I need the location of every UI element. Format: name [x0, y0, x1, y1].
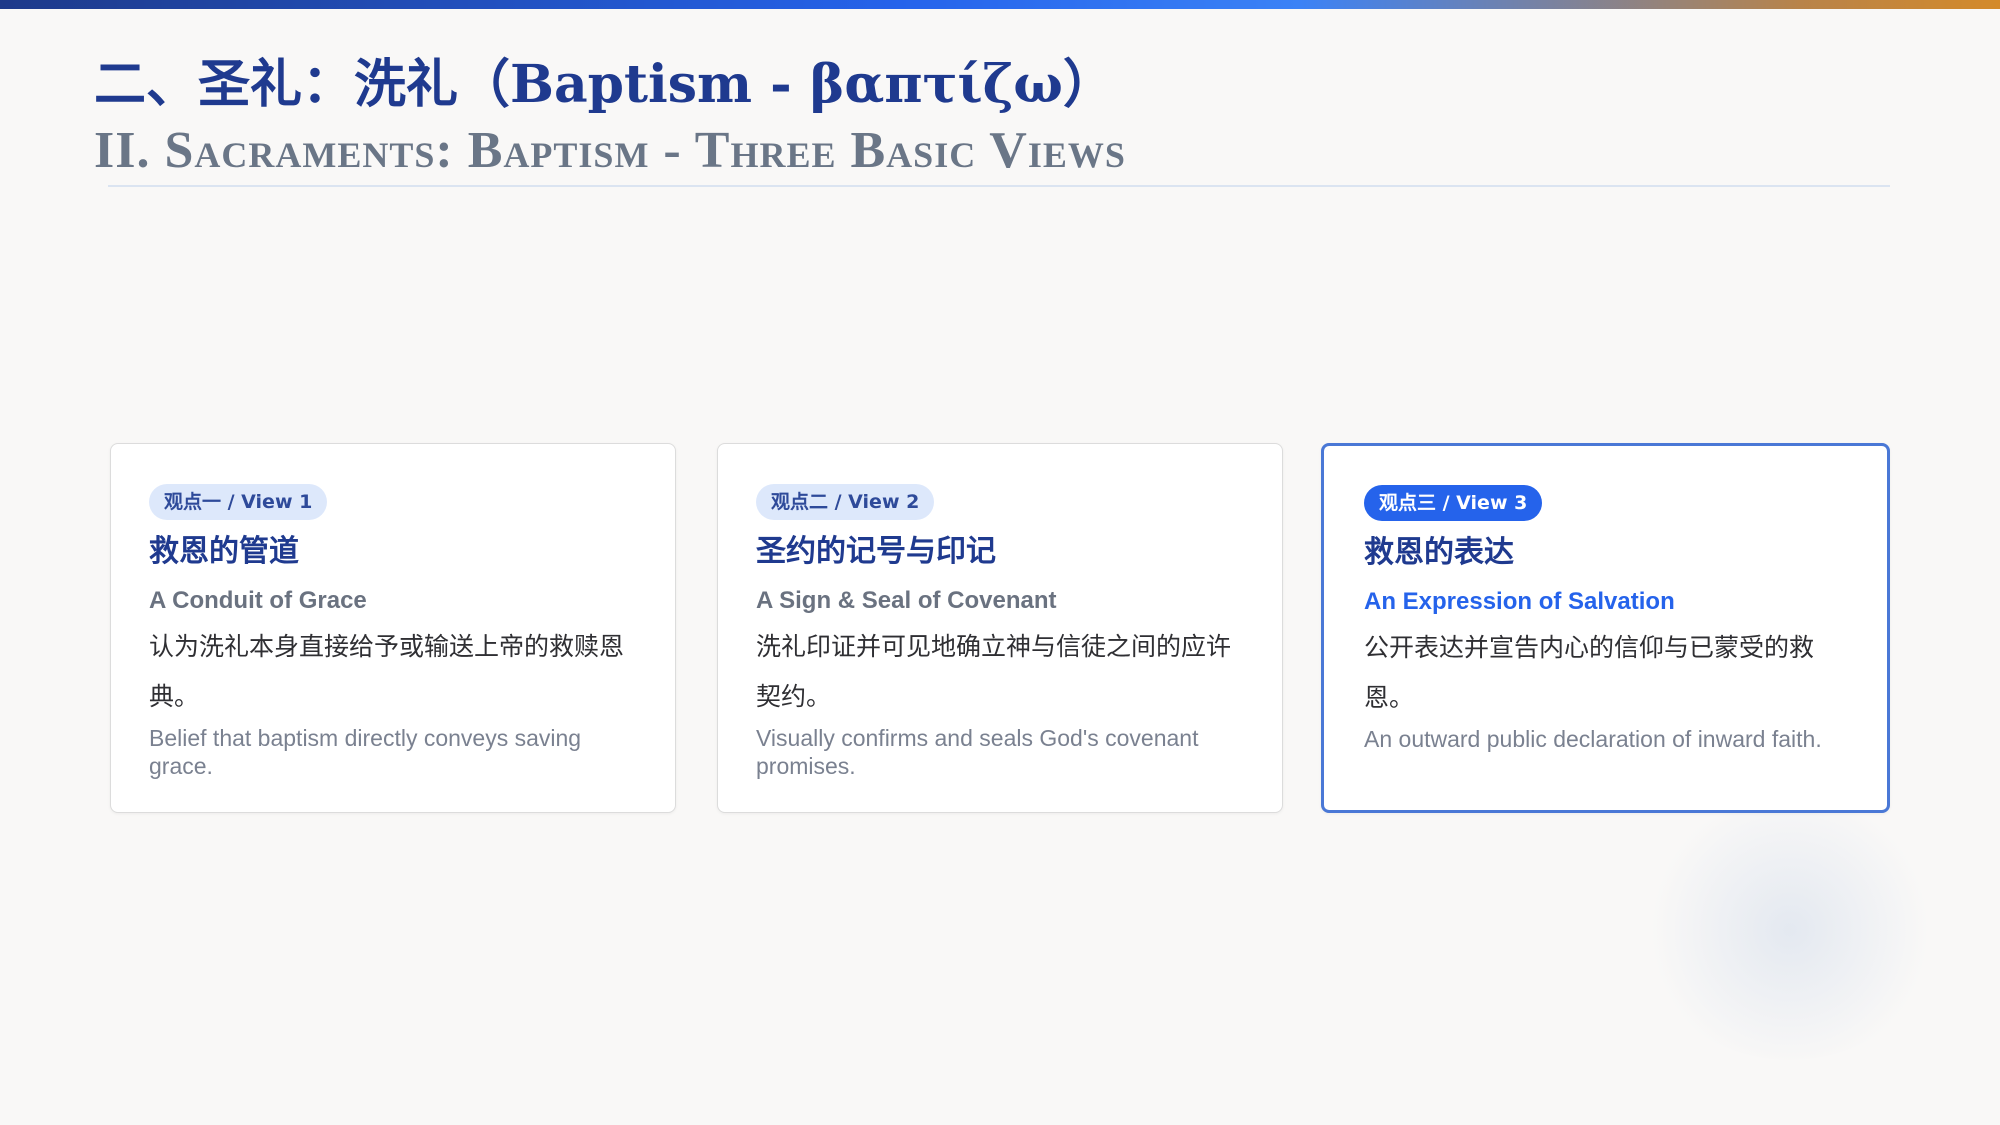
card-description-en: An outward public declaration of inward … — [1364, 726, 1822, 752]
view-card-2[interactable]: 观点二 / View 2 圣约的记号与印记 A Sign & Seal of C… — [717, 443, 1283, 813]
view-card-1[interactable]: 观点一 / View 1 救恩的管道 A Conduit of Grace 认为… — [110, 443, 676, 813]
card-description-cn: 公开表达并宣告内心的信仰与已蒙受的救恩。 — [1364, 633, 1815, 712]
view-badge: 观点三 / View 3 — [1364, 485, 1543, 521]
slide-title-en: II. Sacraments: Baptism - Three Basic Vi… — [94, 122, 1126, 179]
card-title-en: A Conduit of Grace — [149, 587, 367, 614]
top-accent-bar — [0, 0, 2000, 9]
view-badge: 观点二 / View 2 — [756, 484, 935, 520]
slide-title-cn: 二、圣礼：洗礼（Baptism - βαπτίζω） — [94, 54, 1115, 115]
view-badge: 观点一 / View 1 — [149, 484, 328, 520]
card-title-en: A Sign & Seal of Covenant — [756, 587, 1057, 614]
view-card-3[interactable]: 观点三 / View 3 救恩的表达 An Expression of Salv… — [1321, 443, 1890, 813]
card-description-cn: 洗礼印证并可见地确立神与信徒之间的应许契约。 — [756, 632, 1232, 711]
header-divider — [108, 185, 1890, 187]
card-description-en: Visually confirms and seals God's covena… — [756, 725, 1199, 779]
slide-header: 二、圣礼：洗礼（Baptism - βαπτίζω） II. Sacrament… — [94, 50, 1894, 182]
card-title-cn: 救恩的表达 — [1364, 535, 1514, 570]
card-description-cn: 认为洗礼本身直接给予或输送上帝的救赎恩典。 — [149, 632, 625, 711]
card-title-en: An Expression of Salvation — [1364, 588, 1675, 615]
background-glow — [1640, 800, 1940, 1060]
card-title-cn: 救恩的管道 — [149, 534, 299, 569]
card-description-en: Belief that baptism directly conveys sav… — [149, 725, 582, 779]
card-title-cn: 圣约的记号与印记 — [756, 534, 996, 569]
